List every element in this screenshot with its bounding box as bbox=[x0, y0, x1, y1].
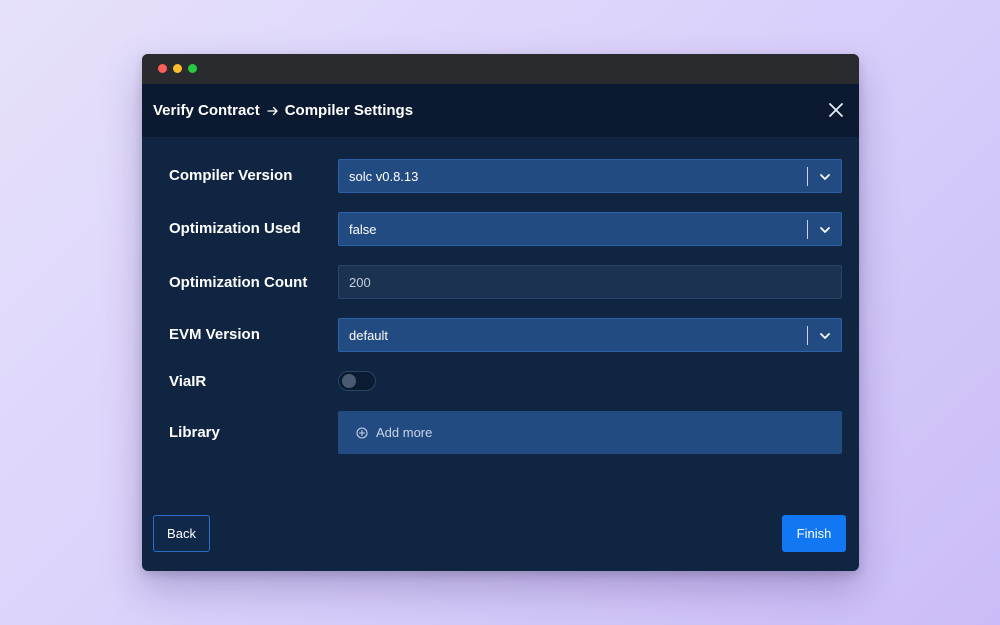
optimization-used-label: Optimization Used bbox=[169, 220, 301, 237]
library-box: Add more bbox=[338, 411, 842, 454]
app-window: Verify Contract Compiler Settings Compil… bbox=[142, 54, 859, 571]
window-minimize-dot[interactable] bbox=[173, 64, 182, 73]
optimization-used-value: false bbox=[349, 222, 377, 237]
breadcrumb-current: Compiler Settings bbox=[284, 102, 414, 119]
chevron-down-icon bbox=[820, 333, 830, 339]
chevron-down-icon bbox=[820, 174, 830, 180]
back-button[interactable]: Back bbox=[153, 515, 210, 552]
arrow-right-icon bbox=[267, 106, 278, 115]
compiler-version-value: solc v0.8.13 bbox=[349, 169, 419, 184]
dialog-header: Verify Contract Compiler Settings bbox=[142, 84, 859, 137]
chevron-down-icon bbox=[820, 227, 830, 233]
plus-circle-icon bbox=[356, 426, 368, 439]
evm-version-label: EVM Version bbox=[169, 326, 260, 343]
breadcrumb: Verify Contract Compiler Settings bbox=[153, 84, 413, 137]
finish-button[interactable]: Finish bbox=[782, 515, 846, 552]
library-label: Library bbox=[169, 424, 220, 441]
compiler-version-label: Compiler Version bbox=[169, 167, 293, 184]
compiler-version-select[interactable]: solc v0.8.13 bbox=[338, 159, 842, 193]
add-more-button[interactable]: Add more bbox=[356, 411, 432, 454]
window-titlebar bbox=[142, 54, 859, 84]
breadcrumb-parent[interactable]: Verify Contract bbox=[153, 102, 260, 119]
window-close-dot[interactable] bbox=[158, 64, 167, 73]
close-icon[interactable] bbox=[827, 101, 845, 119]
select-divider bbox=[807, 167, 808, 186]
optimization-count-input[interactable] bbox=[338, 265, 842, 299]
toggle-knob bbox=[342, 374, 356, 388]
optimization-count-label: Optimization Count bbox=[169, 274, 308, 291]
add-more-label: Add more bbox=[376, 425, 433, 440]
optimization-used-select[interactable]: false bbox=[338, 212, 842, 246]
window-maximize-dot[interactable] bbox=[188, 64, 197, 73]
evm-version-value: default bbox=[349, 328, 389, 343]
select-divider bbox=[807, 220, 808, 239]
select-divider bbox=[807, 326, 808, 345]
via-ir-label: ViaIR bbox=[169, 373, 207, 390]
via-ir-toggle[interactable] bbox=[338, 371, 376, 391]
evm-version-select[interactable]: default bbox=[338, 318, 842, 352]
